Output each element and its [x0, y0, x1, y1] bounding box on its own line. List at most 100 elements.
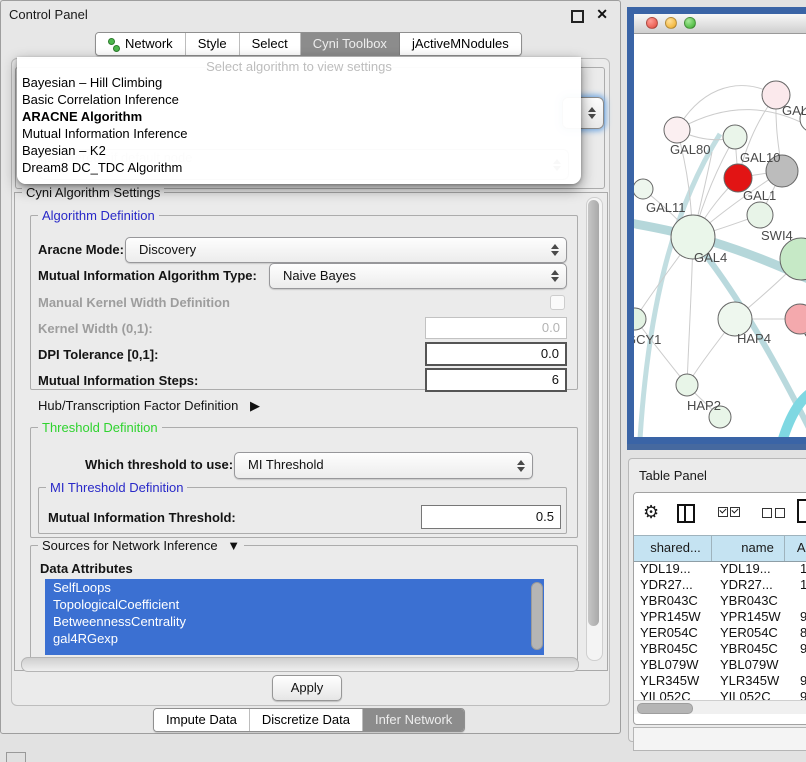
- gear-icon[interactable]: ⚙: [643, 502, 659, 523]
- hub-definition-toggle[interactable]: Hub/Transcription Factor Definition ▶: [38, 398, 260, 414]
- scrollbar-thumb[interactable]: [637, 703, 693, 714]
- table-row[interactable]: YDL19...YDL19...13: [634, 561, 806, 577]
- dpi-tolerance-label: DPI Tolerance [0,1]:: [38, 347, 158, 362]
- list-scrollbar-thumb[interactable]: [531, 582, 543, 650]
- close-traffic-light[interactable]: [646, 17, 658, 29]
- node-label: GAL10: [740, 150, 780, 165]
- tab-cyni-toolbox[interactable]: Cyni Toolbox: [301, 33, 400, 55]
- algorithm-option[interactable]: Bayesian – Hill Climbing: [17, 74, 581, 91]
- collapsed-panel-button[interactable]: [6, 752, 26, 762]
- list-item[interactable]: gal4RGexp: [45, 630, 544, 647]
- mi-type-label: Mutual Information Algorithm Type:: [38, 268, 257, 283]
- table-panel-title: Table Panel: [639, 468, 707, 483]
- node-green-right[interactable]: [780, 238, 806, 280]
- table-row[interactable]: YER054CYER054C8.: [634, 625, 806, 641]
- kernel-width-input[interactable]: 0.0: [425, 317, 567, 339]
- network-canvas[interactable]: GAL80 GAL10 GAL1 GAL11 SWI4 GAL4 GCY1 HA…: [634, 34, 806, 437]
- collapse-arrow-icon: ▼: [227, 538, 240, 553]
- manual-kernel-checkbox[interactable]: [550, 295, 565, 310]
- column-header-shared-name[interactable]: shared...: [634, 536, 712, 561]
- deselect-all-icon[interactable]: [775, 508, 785, 518]
- bottom-tab-bar: Impute Data Discretize Data Infer Networ…: [153, 708, 465, 732]
- network-view-window: GAL80 GAL10 GAL1 GAL11 SWI4 GAL4 GCY1 HA…: [627, 7, 806, 444]
- window-titlebar[interactable]: [634, 14, 806, 34]
- table-row[interactable]: YIL052CYIL052C9: [634, 689, 806, 700]
- algorithm-option[interactable]: Mutual Information Inference: [17, 125, 581, 142]
- node-label: HAP2: [687, 398, 721, 413]
- table-body: YDL19...YDL19...13 YDR27...YDR27...12 YB…: [634, 561, 806, 700]
- tab-discretize-data[interactable]: Discretize Data: [250, 709, 363, 731]
- which-threshold-combo[interactable]: MI Threshold: [234, 452, 533, 479]
- list-item[interactable]: [45, 647, 544, 655]
- kernel-width-label: Kernel Width (0,1):: [38, 321, 153, 336]
- mi-threshold-group-title: MI Threshold Definition: [46, 480, 187, 495]
- mi-type-combo[interactable]: Naive Bayes: [269, 263, 567, 289]
- select-all-checked-icon[interactable]: [730, 507, 740, 517]
- table-panel: Table Panel ⚙ shared... name A YDL19...Y…: [628, 458, 806, 742]
- scrollbar-thumb[interactable]: [588, 200, 599, 626]
- table-horizontal-scrollbar[interactable]: [634, 700, 806, 714]
- settings-vertical-scrollbar[interactable]: [586, 197, 603, 661]
- table-row[interactable]: YPR145WYPR145W9.: [634, 609, 806, 625]
- aracne-mode-combo[interactable]: Discovery: [125, 237, 567, 263]
- columns-icon[interactable]: [677, 504, 695, 523]
- list-item[interactable]: SelfLoops: [45, 579, 544, 596]
- node-hap2[interactable]: [676, 374, 698, 396]
- dpi-tolerance-input[interactable]: 0.0: [425, 342, 567, 366]
- tab-jactivemnodules[interactable]: jActiveMNodules: [400, 33, 521, 55]
- column-header-name[interactable]: name: [712, 536, 785, 561]
- float-icon[interactable]: [571, 10, 584, 23]
- node-gcy1[interactable]: [634, 308, 646, 330]
- node-label: SWI4: [761, 228, 793, 243]
- aracne-mode-value: Discovery: [139, 238, 196, 262]
- tab-style[interactable]: Style: [186, 33, 240, 55]
- manual-kernel-label: Manual Kernel Width Definition: [38, 295, 230, 310]
- node-label: HAP4: [737, 331, 771, 346]
- which-threshold-value: MI Threshold: [248, 453, 324, 477]
- algorithm-option-selected[interactable]: ARACNE Algorithm: [17, 108, 581, 125]
- mi-threshold-input[interactable]: 0.5: [421, 505, 561, 529]
- table-toolbar: ⚙: [634, 493, 806, 535]
- mi-steps-input[interactable]: 6: [425, 368, 567, 392]
- export-table-icon[interactable]: [797, 499, 806, 523]
- table-row[interactable]: YBL079WYBL079W: [634, 657, 806, 673]
- deselect-all-icon[interactable]: [762, 508, 772, 518]
- zoom-traffic-light[interactable]: [684, 17, 696, 29]
- spinner-arrows-icon: [551, 244, 559, 256]
- list-item[interactable]: BetweennessCentrality: [45, 613, 544, 630]
- column-header-partial[interactable]: A: [785, 536, 806, 561]
- apply-button[interactable]: Apply: [272, 675, 342, 701]
- tab-impute-data[interactable]: Impute Data: [154, 709, 250, 731]
- node-gal1[interactable]: [747, 202, 773, 228]
- data-attributes-label: Data Attributes: [40, 561, 133, 576]
- algorithm-option[interactable]: Basic Correlation Inference: [17, 91, 581, 108]
- node-gal80[interactable]: [664, 117, 690, 143]
- table-row[interactable]: YBR043CYBR043C: [634, 593, 806, 609]
- top-tab-bar: Network Style Select Cyni Toolbox jActiv…: [95, 32, 522, 56]
- node-pink-right[interactable]: [785, 304, 806, 334]
- tab-network[interactable]: Network: [96, 33, 186, 55]
- sources-group-title[interactable]: Sources for Network Inference ▼: [38, 538, 244, 553]
- tab-infer-network[interactable]: Infer Network: [363, 709, 464, 731]
- tab-select[interactable]: Select: [240, 33, 301, 55]
- mi-threshold-label: Mutual Information Threshold:: [48, 510, 236, 525]
- settings-group-title: Cyni Algorithm Settings: [22, 185, 164, 200]
- spinner-arrows-icon: [551, 270, 559, 282]
- table-row[interactable]: YDR27...YDR27...12: [634, 577, 806, 593]
- table-row[interactable]: YBR045CYBR045C9.: [634, 641, 806, 657]
- algorithm-option[interactable]: Bayesian – K2: [17, 142, 581, 159]
- close-icon[interactable]: ✕: [596, 6, 608, 23]
- minimize-traffic-light[interactable]: [665, 17, 677, 29]
- screen: Control Panel ✕ Network Style Select Cyn…: [0, 0, 806, 762]
- algorithm-option[interactable]: Dream8 DC_TDC Algorithm: [17, 159, 581, 176]
- table-card: ⚙ shared... name A YDL19...YDL19...13 YD…: [633, 492, 806, 725]
- node-gal11[interactable]: [634, 179, 653, 199]
- list-item[interactable]: TopologicalCoefficient: [45, 596, 544, 613]
- table-bottom-bar: [633, 727, 806, 751]
- settings-horizontal-scrollbar[interactable]: [21, 657, 579, 672]
- threshold-definition-title: Threshold Definition: [38, 420, 162, 435]
- table-row[interactable]: YLR345WYLR345W9.: [634, 673, 806, 689]
- data-attributes-list: SelfLoops TopologicalCoefficient Between…: [45, 579, 544, 655]
- select-all-checked-icon[interactable]: [718, 507, 728, 517]
- node-gal10[interactable]: [723, 125, 747, 149]
